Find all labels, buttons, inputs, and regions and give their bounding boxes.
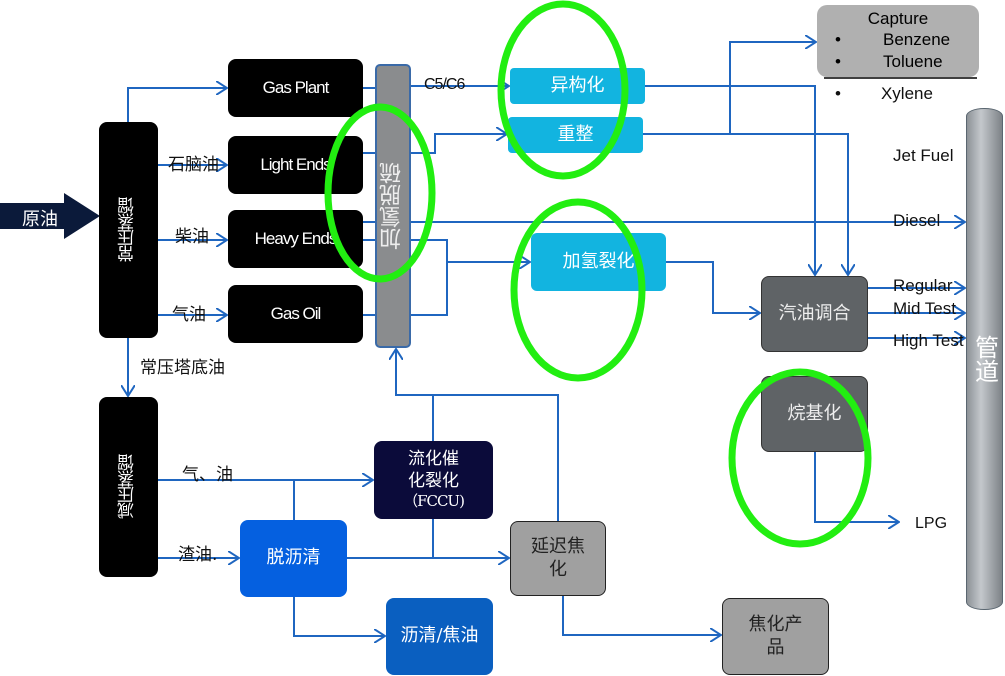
- diesel-label: Diesel: [893, 211, 941, 230]
- xylene-item: • Xylene: [835, 84, 933, 103]
- coking-products-box: 焦化产品: [722, 598, 829, 675]
- bottoms-label: 常压塔底油: [140, 358, 225, 378]
- regular-label: Regular: [893, 276, 953, 295]
- fccu-box: 流化催 化裂化 （FCCU): [374, 441, 493, 519]
- vacuum-gas-oil-label: 气、油: [182, 465, 233, 485]
- jet-fuel-label: Jet Fuel: [893, 146, 954, 165]
- gas-plant-box: Gas Plant: [228, 59, 363, 117]
- light-ends-box: Light Ends: [228, 136, 363, 194]
- heavy-ends-box: Heavy Ends: [228, 210, 363, 268]
- diesel-cn-label: 柴油: [175, 227, 209, 247]
- capture-box: Capture • Benzene • Toluene: [817, 5, 979, 77]
- alkylation-box: 烷基化: [761, 376, 868, 452]
- gasoil-cn-label: 气油: [172, 305, 206, 325]
- hydrocracking-box: 加氢裂化: [531, 233, 666, 291]
- gasoline-blending-box: 汽油调合: [761, 276, 868, 352]
- crude-oil-label: 原油: [22, 209, 58, 230]
- asphalt-tar-box: 沥清/焦油: [386, 598, 493, 675]
- mid-test-label: Mid Test: [893, 299, 956, 318]
- lpg-label: LPG: [915, 515, 948, 532]
- vacuum-distillation-box: 减压蒸馏: [99, 397, 158, 577]
- hydrodesulfurization-bar: 加氢脱硫: [375, 64, 411, 348]
- c5c6-label: C5/C6: [424, 76, 465, 93]
- high-test-label: High Test: [893, 331, 964, 350]
- naphtha-label: 石脑油: [168, 155, 219, 175]
- isomerization-box: 异构化: [510, 68, 645, 104]
- gas-oil-box: Gas Oil: [228, 285, 363, 343]
- residue-label: 渣油.: [178, 545, 218, 565]
- delayed-coking-box: 延迟焦化: [510, 521, 606, 596]
- atmospheric-distillation-box: 常压蒸馏: [99, 122, 158, 338]
- pipeline: 管道: [966, 108, 1003, 610]
- deasphalting-box: 脱沥清: [240, 520, 347, 597]
- reforming-box: 重整: [508, 117, 643, 153]
